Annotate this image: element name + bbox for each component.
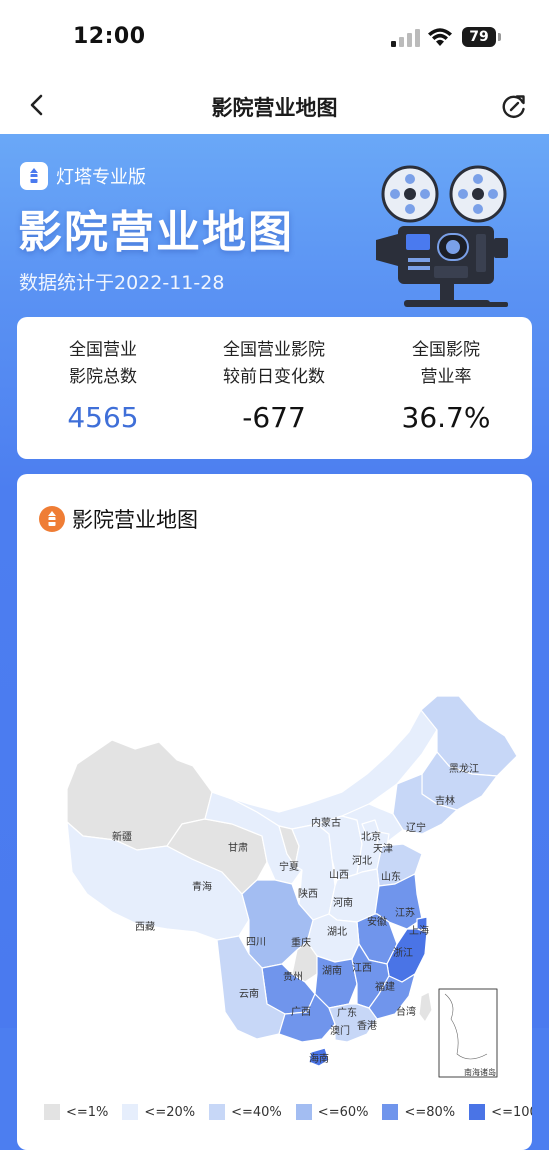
map-header: 影院营业地图 (39, 504, 198, 534)
brand-name: 灯塔专业版 (56, 167, 146, 188)
legend-item: <=20% (122, 1104, 195, 1120)
label-beijing: 北京 (361, 830, 381, 843)
stat-open-rate: 全国影院 营业率 36.7% (360, 337, 532, 434)
label-shanghai: 上海 (409, 924, 429, 937)
film-projector-icon (376, 165, 508, 307)
legend-label: <=1% (66, 1104, 109, 1120)
stat-total-open: 全国营业 影院总数 4565 (17, 337, 189, 434)
label-yunnan: 云南 (239, 987, 259, 1000)
battery-indicator: 79 (462, 27, 496, 47)
brand: 灯塔专业版 (20, 162, 146, 190)
label-jiangsu: 江苏 (395, 906, 415, 919)
legend-item: <=100% (469, 1104, 532, 1120)
province-taiwan[interactable] (418, 991, 433, 1023)
label-liaoning: 辽宁 (406, 821, 426, 834)
legend-swatch (295, 1104, 312, 1120)
label-xizang: 西藏 (135, 921, 155, 933)
label-hebei: 河北 (352, 855, 372, 867)
label-qinghai: 青海 (192, 880, 212, 893)
legend-item: <=40% (209, 1104, 282, 1120)
label-guangxi: 广西 (291, 1006, 311, 1018)
stat-label: 影院总数 (69, 367, 137, 387)
stat-value: -677 (242, 401, 306, 434)
wifi-icon (428, 28, 452, 46)
label-shandong: 山东 (381, 870, 401, 883)
page-title: 影院营业地图 (211, 96, 338, 120)
label-hubei: 湖北 (327, 926, 347, 938)
refresh-button[interactable] (498, 90, 530, 122)
label-taiwan: 台湾 (396, 1005, 416, 1018)
label-tianjin: 天津 (373, 843, 393, 855)
stat-label: 营业率 (420, 367, 472, 387)
map-card: 黑龙江 吉林 辽宁 内蒙古 北京 天津 河北 山西 山东 新疆 甘肃 宁夏 青海… (17, 474, 532, 1150)
stat-label: 较前日变化数 (223, 367, 325, 387)
legend-label: <=100% (491, 1104, 532, 1120)
label-guangdong: 广东 (337, 1006, 357, 1019)
label-gansu: 甘肃 (228, 841, 248, 854)
legend-swatch (122, 1104, 139, 1120)
label-xinjiang: 新疆 (112, 830, 132, 843)
stat-value: 4565 (67, 401, 139, 434)
label-shaanxi: 陕西 (298, 887, 318, 900)
hero-section: 灯塔专业版 影院营业地图 数据统计于2022-11-28 全国营业 影院总数 4… (0, 134, 549, 1150)
label-zhejiang: 浙江 (393, 947, 413, 959)
label-ningxia: 宁夏 (279, 860, 299, 873)
china-map: 黑龙江 吉林 辽宁 内蒙古 北京 天津 河北 山西 山东 新疆 甘肃 宁夏 青海… (66, 695, 518, 1078)
label-jiangxi: 江西 (352, 962, 372, 974)
lighthouse-icon (39, 506, 65, 532)
stat-value: 36.7% (401, 401, 491, 434)
data-date: 数据统计于2022-11-28 (19, 272, 225, 294)
cellular-signal-icon (391, 29, 420, 47)
label-sichuan: 四川 (246, 937, 266, 948)
legend-item: <=1% (44, 1104, 108, 1120)
legend-swatch (209, 1104, 226, 1120)
label-hunan: 湖南 (322, 964, 342, 977)
label-heilongjiang: 黑龙江 (449, 762, 479, 775)
label-aomen: 澳门 (330, 1024, 350, 1037)
legend-label: <=20% (144, 1104, 196, 1120)
label-south-sea: 南海诸岛 (464, 1067, 496, 1077)
label-fujian: 福建 (375, 980, 395, 993)
south-sea-inset (438, 988, 498, 1078)
legend-swatch (469, 1104, 486, 1120)
legend-item: <=60% (295, 1104, 369, 1120)
label-henan: 河南 (333, 896, 353, 909)
label-jilin: 吉林 (435, 794, 455, 807)
legend-item: <=80% (382, 1104, 455, 1120)
label-guizhou: 贵州 (283, 970, 303, 983)
legend-swatch (44, 1104, 60, 1120)
legend-label: <=40% (231, 1104, 282, 1120)
label-neimenggu: 内蒙古 (311, 816, 341, 829)
battery-tip (498, 33, 501, 41)
label-xianggang: 香港 (357, 1020, 377, 1032)
stat-label: 全国营业 (69, 340, 137, 360)
stat-daily-change: 全国营业影院 较前日变化数 -677 (188, 337, 360, 434)
stat-label: 全国营业影院 (223, 340, 325, 360)
status-time: 12:00 (73, 24, 146, 49)
label-hainan: 海南 (309, 1052, 329, 1065)
legend-swatch (382, 1104, 399, 1120)
legend-label: <=80% (404, 1104, 456, 1120)
nav-bar: 影院营业地图 (0, 76, 549, 134)
stats-card: 全国营业 影院总数 4565 全国营业影院 较前日变化数 -677 全国影院 营… (17, 317, 532, 459)
status-bar: 12:00 79 (0, 0, 549, 76)
stat-label: 全国影院 (412, 340, 480, 360)
label-shanxi: 山西 (329, 869, 349, 881)
map-legend: <=1% <=20% <=40% <=60% <=80% <=100% (44, 1104, 532, 1120)
label-anhui: 安徽 (367, 915, 387, 928)
lighthouse-logo-icon (20, 162, 48, 190)
map-title: 影院营业地图 (72, 508, 198, 532)
hero-title: 影院营业地图 (18, 207, 294, 258)
label-chongqing: 重庆 (291, 936, 311, 949)
legend-label: <=60% (317, 1104, 369, 1120)
